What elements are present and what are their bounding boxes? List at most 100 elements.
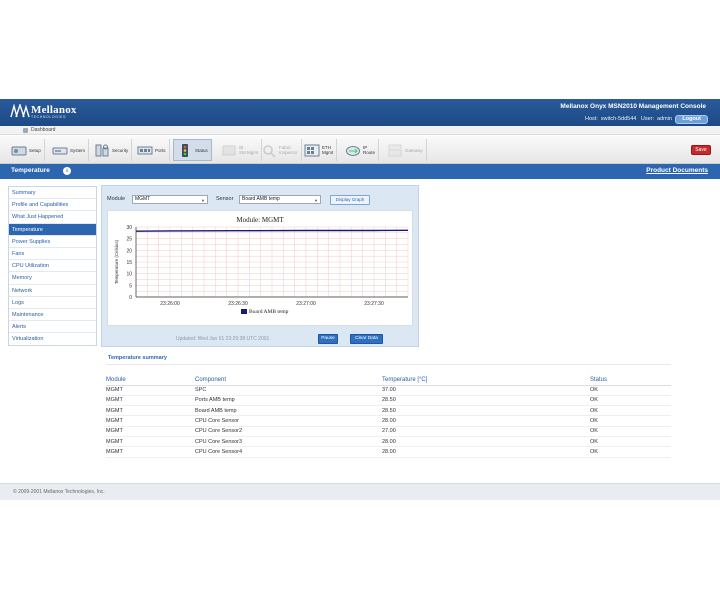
dashboard-icon <box>23 128 28 133</box>
cell-temperature: 28.00 <box>382 415 590 427</box>
y-axis-label: Temperature (Celsius) <box>114 239 119 284</box>
logout-button[interactable]: Logout <box>675 115 708 124</box>
sidebar-item-profile[interactable]: Profile and Capabilities <box>9 199 96 212</box>
cell-temperature: 28.50 <box>382 395 590 407</box>
gateway-icon <box>387 143 403 158</box>
sidebar-item-fans[interactable]: Fans <box>9 247 96 261</box>
section-title: Temperature <box>11 167 50 174</box>
sidebar-item-cpu-utilization[interactable]: CPU Utilization <box>9 260 96 273</box>
mellanox-logo: Mellanox TECHNOLOGIES <box>10 104 92 122</box>
table-row: MGMT CPU Core Sensor2 27.00 OK <box>106 426 671 437</box>
security-icon <box>94 143 110 158</box>
cell-module: MGMT <box>106 395 195 407</box>
summary-table-body: MGMT SPC 37.00 OK MGMT Ports AMB temp 28.50 OK M… <box>106 385 671 458</box>
user-value: admin <box>657 116 672 122</box>
toolbar-ports[interactable]: Ports <box>134 139 170 161</box>
sidebar-item-temperature[interactable]: Temperature <box>9 223 96 236</box>
toolbar-fabric-inspector[interactable]: Fabric Inspector <box>258 139 302 161</box>
y-tick-label: 5 <box>129 283 132 289</box>
cell-component: Ports AMB temp <box>195 395 382 407</box>
sidebar-item-maintenance[interactable]: Maintenance <box>9 308 96 322</box>
chart-canvas: 0 5 10 15 20 25 30 23:26:00 23:26:30 23:27:00 23:2… <box>114 225 409 315</box>
cell-status: OK <box>590 415 671 427</box>
pause-button[interactable]: Pause <box>318 334 338 344</box>
app-frame: Mellanox TECHNOLOGIES Mellanox Onyx MSN2… <box>0 99 720 500</box>
sidebar-item-what-just-happened[interactable]: What Just Happened <box>9 211 96 224</box>
toolbar-status[interactable]: Status <box>173 139 212 161</box>
toolbar-setup[interactable]: Setup <box>8 139 45 161</box>
table-row: MGMT Board AMB temp 28.50 OK <box>106 405 671 417</box>
host-user-info: Host: switch-5dd544 User: admin <box>585 116 672 122</box>
fabric-inspector-icon <box>261 143 277 158</box>
product-documents-link[interactable]: Product Documents <box>646 167 708 174</box>
cell-module: MGMT <box>106 436 195 448</box>
main-toolbar: Setup System Security Ports Status IB SM… <box>0 136 720 164</box>
cell-status: OK <box>590 436 671 448</box>
y-tick-label: 0 <box>129 295 132 301</box>
cell-status: OK <box>590 446 671 458</box>
sidebar-item-logs[interactable]: Logs <box>9 296 96 309</box>
table-row: MGMT CPU Core Sensor4 28.00 OK <box>106 446 671 458</box>
table-header-row: Module Component Temperature [°C] Status <box>106 375 671 386</box>
setup-icon <box>11 143 27 158</box>
logo-mark-icon <box>10 104 30 118</box>
x-tick-label: 23:27:00 <box>296 301 316 307</box>
host-value: switch-5dd544 <box>600 116 637 122</box>
legend-swatch <box>241 309 247 314</box>
info-icon[interactable]: i <box>63 167 71 175</box>
sidebar-item-memory[interactable]: Memory <box>9 272 96 285</box>
cell-component: CPU Core Sensor4 <box>195 446 382 458</box>
save-button[interactable]: Save <box>691 145 711 155</box>
chevron-down-icon: ▼ <box>314 198 318 203</box>
cell-module: MGMT <box>106 426 195 437</box>
sidebar-item-summary[interactable]: Summary <box>9 187 96 200</box>
toolbar-gateway[interactable]: Gateway <box>384 139 427 161</box>
column-header-temperature: Temperature [°C] <box>382 375 590 386</box>
cell-temperature: 28.00 <box>382 446 590 458</box>
summary-divider <box>106 364 671 365</box>
module-select[interactable]: MGMT ▼ <box>132 195 208 204</box>
chevron-down-icon: ▼ <box>201 198 205 203</box>
dashboard-bar: Dashboard <box>0 126 720 135</box>
sidebar-item-alerts[interactable]: Alerts <box>9 321 96 334</box>
cell-component: CPU Core Sensor3 <box>195 436 382 448</box>
legend-label: Board AMB temp <box>249 309 289 315</box>
sensor-select[interactable]: Board AMB temp ▼ <box>239 195 321 204</box>
y-tick-label: 15 <box>126 260 132 266</box>
sidebar-item-virtualization[interactable]: Virtualization <box>9 333 96 346</box>
toolbar-eth-mgmt[interactable]: ETH Mgmt <box>301 139 338 161</box>
x-tick-label: 23:27:30 <box>364 301 384 307</box>
display-graph-button[interactable]: Display Graph <box>330 195 370 205</box>
section-header: Temperature i Product Documents <box>0 164 720 179</box>
eth-mgmt-icon <box>304 143 320 158</box>
sidebar-item-network[interactable]: Network <box>9 284 96 297</box>
cell-component: Board AMB temp <box>195 405 382 417</box>
cell-component: SPC <box>195 385 382 396</box>
cell-status: OK <box>590 426 671 437</box>
dashboard-button[interactable]: Dashboard <box>22 127 58 134</box>
column-header-component: Component <box>195 375 382 386</box>
cell-component: CPU Core Sensor <box>195 415 382 427</box>
x-tick-label: 23:26:30 <box>228 301 248 307</box>
status-icon <box>177 143 193 158</box>
cell-component: CPU Core Sensor2 <box>195 426 382 437</box>
cell-temperature: 37.00 <box>382 385 590 396</box>
toolbar-security[interactable]: Security <box>91 139 133 161</box>
cell-module: MGMT <box>106 415 195 427</box>
updated-timestamp: Updated: Wed Jan 01 23:29:38 UTC 2001 <box>176 336 270 342</box>
y-tick-label: 20 <box>126 248 132 254</box>
table-row: MGMT CPU Core Sensor3 28.00 OK <box>106 436 671 448</box>
temperature-graph-panel: Module MGMT ▼ Sensor Board AMB temp ▼ Disp… <box>101 185 419 347</box>
y-tick-label: 30 <box>126 225 132 231</box>
sensor-label: Sensor <box>216 196 234 202</box>
copyright-text: © 2009-2001 Mellanox Technologies, Inc. <box>13 489 105 495</box>
sidebar-item-power-supplies[interactable]: Power Supplies <box>9 235 96 248</box>
toolbar-ib-sm-mgmt[interactable]: IB SM Mgmt <box>218 139 263 161</box>
temperature-summary-table: Module Component Temperature [°C] Status… <box>106 375 671 458</box>
toolbar-ip-route[interactable]: IP Route <box>342 139 380 161</box>
header-bar: Mellanox TECHNOLOGIES Mellanox Onyx MSN2… <box>0 99 720 126</box>
toolbar-system[interactable]: System <box>49 139 90 161</box>
series-line <box>135 229 409 232</box>
clear-data-button[interactable]: Clear Data <box>350 334 383 344</box>
ports-icon <box>137 143 153 158</box>
